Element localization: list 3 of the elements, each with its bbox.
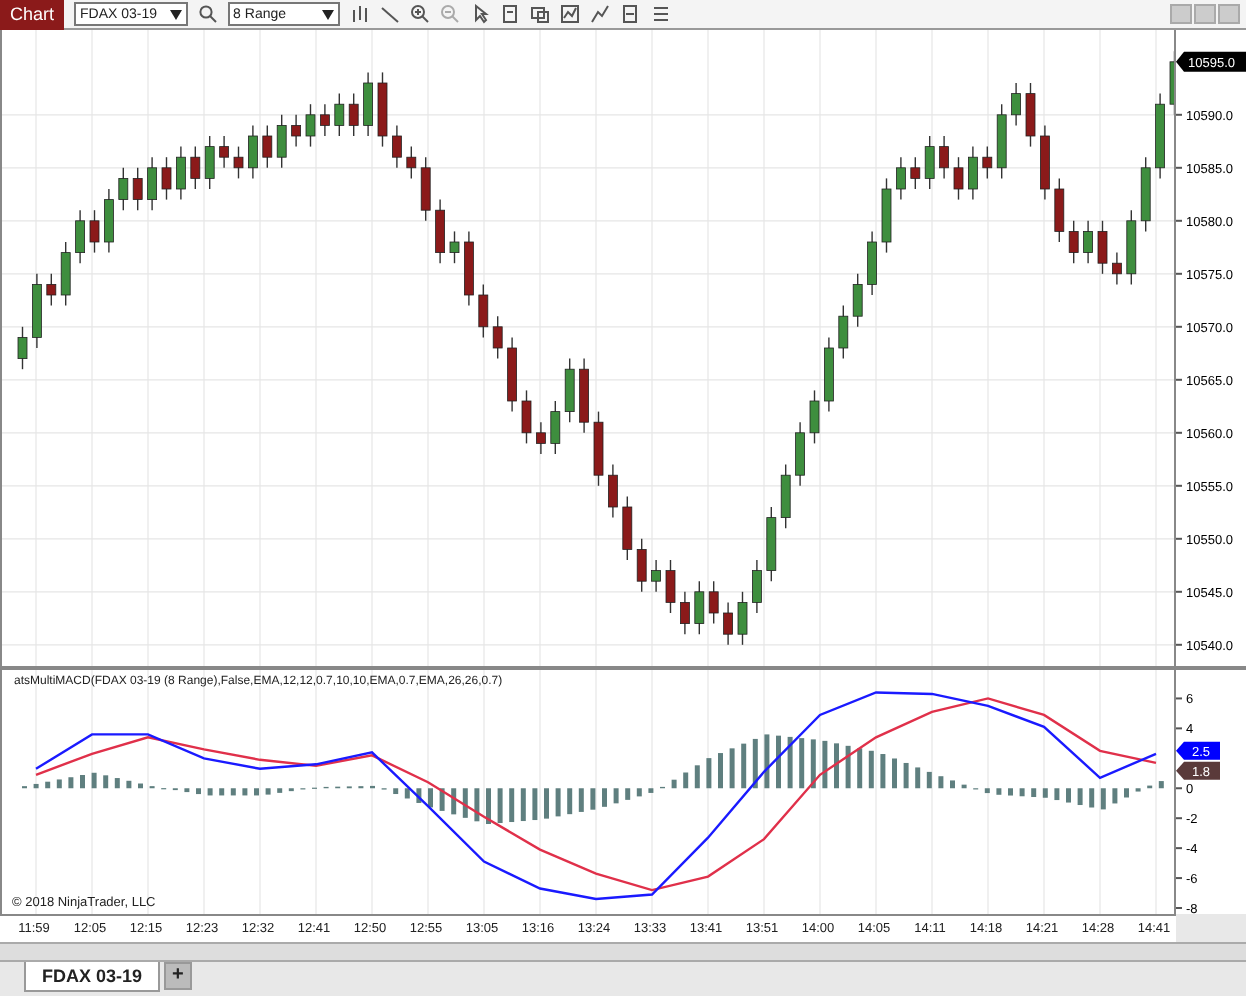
add-tab-button[interactable]: + <box>164 962 192 990</box>
app-label: Chart <box>0 0 65 29</box>
chart-tab[interactable]: FDAX 03-19 <box>24 962 161 992</box>
